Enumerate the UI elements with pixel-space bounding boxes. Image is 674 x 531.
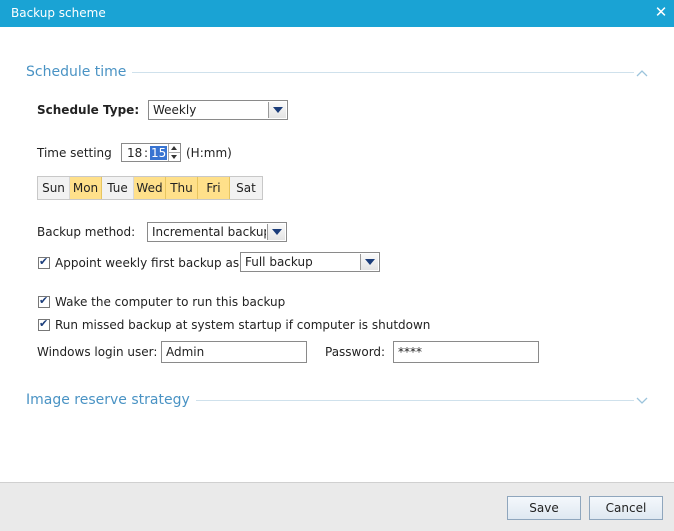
time-format-label: (H:mm) xyxy=(186,146,232,160)
day-wed-button[interactable]: Wed xyxy=(134,177,166,199)
schedule-section-title[interactable]: Schedule time xyxy=(26,64,133,80)
time-hour[interactable]: 18 xyxy=(127,146,142,160)
backup-method-value: Incremental backup xyxy=(152,225,266,239)
spin-down-icon[interactable] xyxy=(169,153,180,161)
day-thu-button[interactable]: Thu xyxy=(166,177,198,199)
login-user-value: Admin xyxy=(166,345,205,359)
wake-label: Wake the computer to run this backup xyxy=(55,295,286,309)
day-mon-button[interactable]: Mon xyxy=(70,177,102,199)
dropdown-arrow-icon[interactable] xyxy=(360,254,378,270)
chevron-down-icon[interactable] xyxy=(635,395,649,405)
login-user-input[interactable]: Admin xyxy=(161,341,307,363)
time-colon: : xyxy=(144,146,149,160)
weekday-selector: Sun Mon Tue Wed Thu Fri Sat xyxy=(37,176,263,200)
time-minute[interactable]: 15 xyxy=(150,146,168,160)
window-title: Backup scheme xyxy=(11,6,106,20)
close-icon[interactable]: ✕ xyxy=(653,3,669,21)
time-spinner[interactable]: 18 : 15 xyxy=(121,143,181,162)
dropdown-arrow-icon[interactable] xyxy=(268,102,286,118)
cancel-button[interactable]: Cancel xyxy=(589,496,663,520)
missed-backup-checkbox[interactable] xyxy=(38,317,50,331)
dropdown-arrow-icon[interactable] xyxy=(267,224,285,240)
wake-checkbox[interactable] xyxy=(38,294,50,308)
login-user-label: Windows login user: xyxy=(37,345,158,359)
password-value: **** xyxy=(398,345,422,359)
schedule-type-select[interactable]: Weekly xyxy=(148,100,288,120)
chevron-up-icon[interactable] xyxy=(635,68,649,78)
first-backup-value: Full backup xyxy=(245,255,313,269)
save-button[interactable]: Save xyxy=(507,496,581,520)
day-sun-button[interactable]: Sun xyxy=(38,177,70,199)
dialog-footer: Save Cancel xyxy=(0,482,674,531)
day-tue-button[interactable]: Tue xyxy=(102,177,134,199)
schedule-type-value: Weekly xyxy=(153,103,197,117)
backup-method-select[interactable]: Incremental backup xyxy=(147,222,287,242)
password-input[interactable]: **** xyxy=(393,341,539,363)
day-sat-button[interactable]: Sat xyxy=(230,177,262,199)
title-bar: Backup scheme ✕ xyxy=(0,0,674,27)
backup-method-label: Backup method: xyxy=(37,225,136,239)
day-fri-button[interactable]: Fri xyxy=(198,177,230,199)
missed-backup-label: Run missed backup at system startup if c… xyxy=(55,318,431,332)
spin-up-icon[interactable] xyxy=(169,144,180,153)
time-setting-label: Time setting xyxy=(37,146,112,160)
appoint-label: Appoint weekly first backup as xyxy=(55,256,240,270)
password-label: Password: xyxy=(325,345,386,359)
schedule-type-label: Schedule Type: xyxy=(37,103,140,117)
spinner-buttons xyxy=(168,144,180,161)
first-backup-select[interactable]: Full backup xyxy=(240,252,380,272)
appoint-checkbox[interactable] xyxy=(38,255,50,269)
reserve-section-title[interactable]: Image reserve strategy xyxy=(26,392,196,408)
